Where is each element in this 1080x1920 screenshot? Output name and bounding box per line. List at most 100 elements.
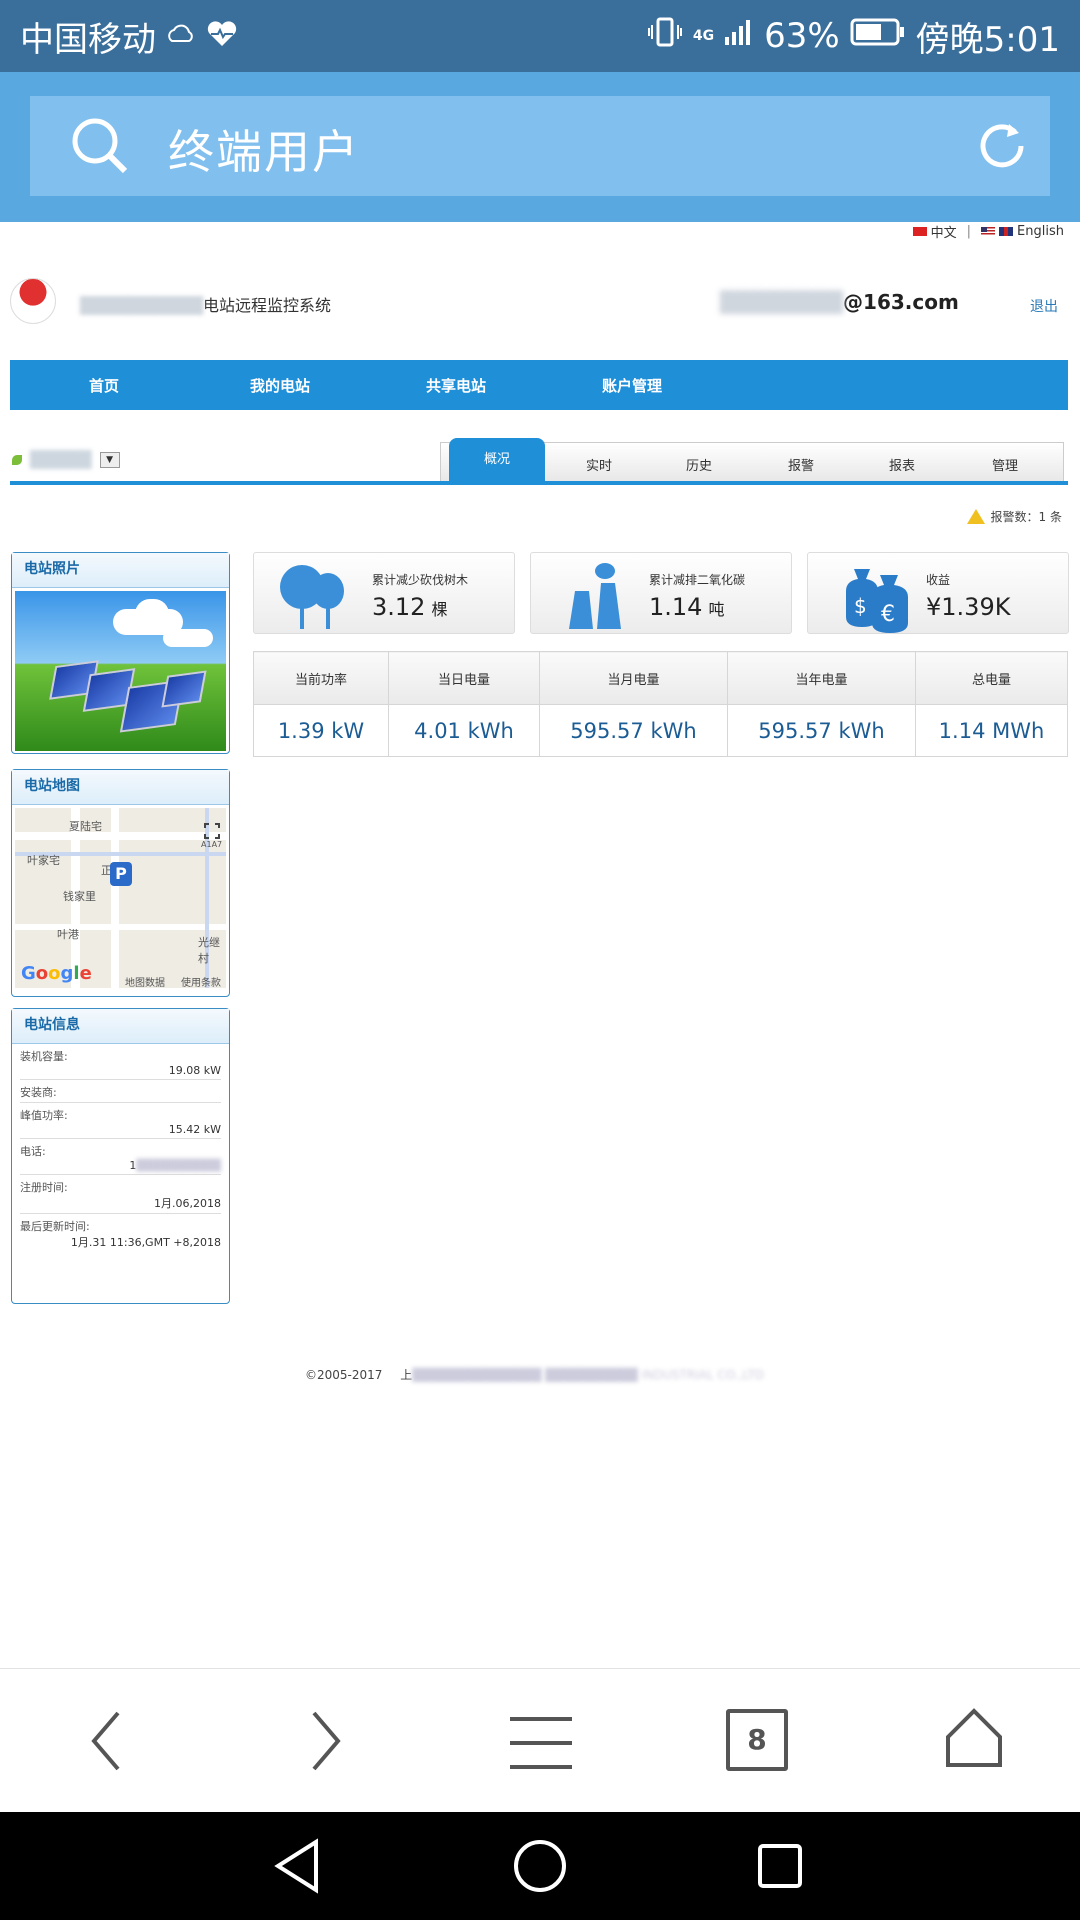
station-map-panel: 电站地图 夏陆宅 叶家宅 正 钱家里 叶港 光继村 地图数据 使用条款 A1A7…: [11, 769, 230, 997]
station-info-title: 电站信息: [12, 1009, 229, 1044]
info-last-update-value: 1月.31 11:36,GMT +8,2018: [70, 1236, 221, 1249]
info-last-update: 最后更新时间: 1月.31 11:36,GMT +8,2018: [20, 1214, 221, 1252]
info-peak-power: 峰值功率: 15.42 kW: [20, 1103, 221, 1139]
tab-overview[interactable]: 概况: [449, 438, 545, 482]
tab-alarm[interactable]: 报警: [788, 455, 814, 474]
google-logo: Google: [21, 963, 92, 984]
map-label-2: 叶家宅: [27, 854, 60, 867]
card-co2-value: 1.14 吨: [649, 593, 724, 621]
card-trees-value: 3.12 棵: [372, 593, 447, 621]
tabs-underline: [10, 481, 1068, 485]
station-photo-panel: 电站照片: [11, 552, 230, 754]
back-icon[interactable]: [88, 1709, 124, 1777]
station-info-panel: 电站信息 装机容量: 19.08 kW 安装商: 峰值功率: 15.42 kW …: [11, 1008, 230, 1304]
map-label-5: 叶港: [57, 928, 79, 941]
browser-toolbar: 8: [0, 1668, 1080, 1813]
card-trees-saved: 累计减少砍伐树木 3.12 棵: [253, 552, 515, 634]
info-peak-power-value: 15.42 kW: [168, 1123, 221, 1136]
map-label-4: 钱家里: [63, 890, 96, 903]
nav-my-stations[interactable]: 我的电站: [250, 375, 310, 396]
tab-count[interactable]: 8: [726, 1709, 788, 1771]
system-back-icon[interactable]: [272, 1838, 322, 1898]
card-co2-number: 1.14: [649, 593, 703, 621]
map-terms-link[interactable]: 使用条款: [181, 974, 221, 988]
station-photo: [15, 591, 226, 751]
map-label-6: 光继村: [198, 936, 220, 965]
nav-account-management[interactable]: 账户管理: [602, 375, 662, 396]
footer-company-blurred: ██████████████ ██████████: [412, 1368, 642, 1382]
tabs-button[interactable]: 8: [726, 1709, 788, 1771]
lang-english-link[interactable]: English: [1017, 224, 1064, 239]
tab-history[interactable]: 历史: [686, 455, 712, 474]
heart-health-icon: [206, 20, 238, 52]
nav-shared-stations[interactable]: 共享电站: [426, 375, 486, 396]
browser-address-bar: 终端用户: [0, 72, 1080, 222]
info-registered-value: 1月.06,2018: [154, 1197, 221, 1210]
nav-home[interactable]: 首页: [89, 375, 119, 396]
fullscreen-icon[interactable]: [203, 822, 221, 843]
tab-realtime[interactable]: 实时: [586, 455, 612, 474]
svg-text:€: €: [881, 602, 895, 627]
card-trees-label: 累计减少砍伐树木: [372, 573, 469, 587]
card-co2-label: 累计减排二氧化碳: [649, 573, 746, 587]
station-map-title: 电站地图: [12, 770, 229, 805]
alarm-count[interactable]: 报警数：1 条: [966, 508, 1062, 525]
refresh-icon[interactable]: [974, 118, 1030, 178]
page-footer: ©2005-2017 上██████████████ ██████████ IN…: [305, 1366, 764, 1383]
station-pin-icon[interactable]: P: [110, 862, 132, 886]
card-income-value: ¥1.39K: [926, 593, 1011, 621]
system-title-text: 电站远程监控系统: [203, 296, 332, 315]
trees-icon: [272, 561, 352, 635]
station-selector[interactable]: █████ ▼: [12, 450, 120, 469]
us-flag-icon[interactable]: [981, 227, 996, 236]
stats-daily-energy: 4.01 kWh: [388, 704, 540, 757]
browser-search-text[interactable]: 终端用户: [168, 116, 360, 182]
uk-flag-icon[interactable]: [999, 227, 1014, 236]
forward-icon[interactable]: [308, 1709, 344, 1777]
footer-company-start: 上: [400, 1368, 413, 1382]
china-flag-icon[interactable]: [912, 227, 927, 236]
stats-header: 当年电量: [727, 651, 916, 705]
system-home-icon[interactable]: [512, 1838, 568, 1898]
info-installer: 安装商:: [20, 1080, 221, 1103]
dropdown-arrow-icon[interactable]: ▼: [99, 451, 120, 468]
company-logo: [10, 278, 56, 324]
svg-text:$: $: [854, 594, 867, 618]
card-income-label: 收益: [926, 573, 951, 587]
card-income: $ € 收益 ¥1.39K: [807, 552, 1069, 634]
carrier-name: 中国移动: [20, 19, 156, 60]
system-recents-icon[interactable]: [756, 1842, 804, 1894]
map-data-link[interactable]: 地图数据: [125, 974, 165, 988]
info-peak-power-label: 峰值功率:: [20, 1109, 68, 1122]
battery-icon: [850, 16, 906, 56]
money-bags-icon: $ €: [836, 561, 916, 639]
stats-header: 当月电量: [539, 651, 728, 705]
alarm-count-text: 报警数：1 条: [990, 510, 1062, 524]
info-phone-label: 电话:: [20, 1145, 46, 1158]
stats-header: 当日电量: [388, 651, 540, 705]
card-trees-unit: 棵: [431, 600, 448, 619]
tab-manage[interactable]: 管理: [992, 455, 1018, 474]
info-capacity-value: 19.08 kW: [168, 1064, 221, 1077]
card-co2-reduced: 累计减排二氧化碳 1.14 吨: [530, 552, 792, 634]
info-installer-label: 安装商:: [20, 1086, 57, 1099]
tab-report[interactable]: 报表: [889, 455, 915, 474]
signal-icon: [724, 16, 754, 56]
search-icon[interactable]: [70, 116, 130, 180]
warning-icon: [966, 509, 985, 524]
info-capacity-label: 装机容量:: [20, 1050, 68, 1063]
station-map[interactable]: 夏陆宅 叶家宅 正 钱家里 叶港 光继村 地图数据 使用条款 A1A7 P Go…: [15, 808, 226, 988]
stats-total-energy: 1.14 MWh: [915, 704, 1068, 757]
weather-icon: [166, 21, 196, 51]
stats-header: 总电量: [915, 651, 1068, 705]
station-photo-title: 电站照片: [12, 553, 229, 588]
stats-header-row: 当前功率 当日电量 当月电量 当年电量 总电量: [253, 651, 1068, 705]
stats-current-power: 1.39 kW: [253, 704, 389, 757]
browser-search-box[interactable]: 终端用户: [30, 96, 1050, 196]
lang-chinese-link[interactable]: 中文: [931, 222, 957, 241]
menu-icon[interactable]: [508, 1715, 574, 1775]
logout-link[interactable]: 退出: [1030, 296, 1058, 316]
footer-copyright: ©2005-2017: [305, 1368, 383, 1382]
stats-value-row: 1.39 kW 4.01 kWh 595.57 kWh 595.57 kWh 1…: [253, 704, 1068, 757]
home-icon[interactable]: [944, 1707, 1004, 1773]
